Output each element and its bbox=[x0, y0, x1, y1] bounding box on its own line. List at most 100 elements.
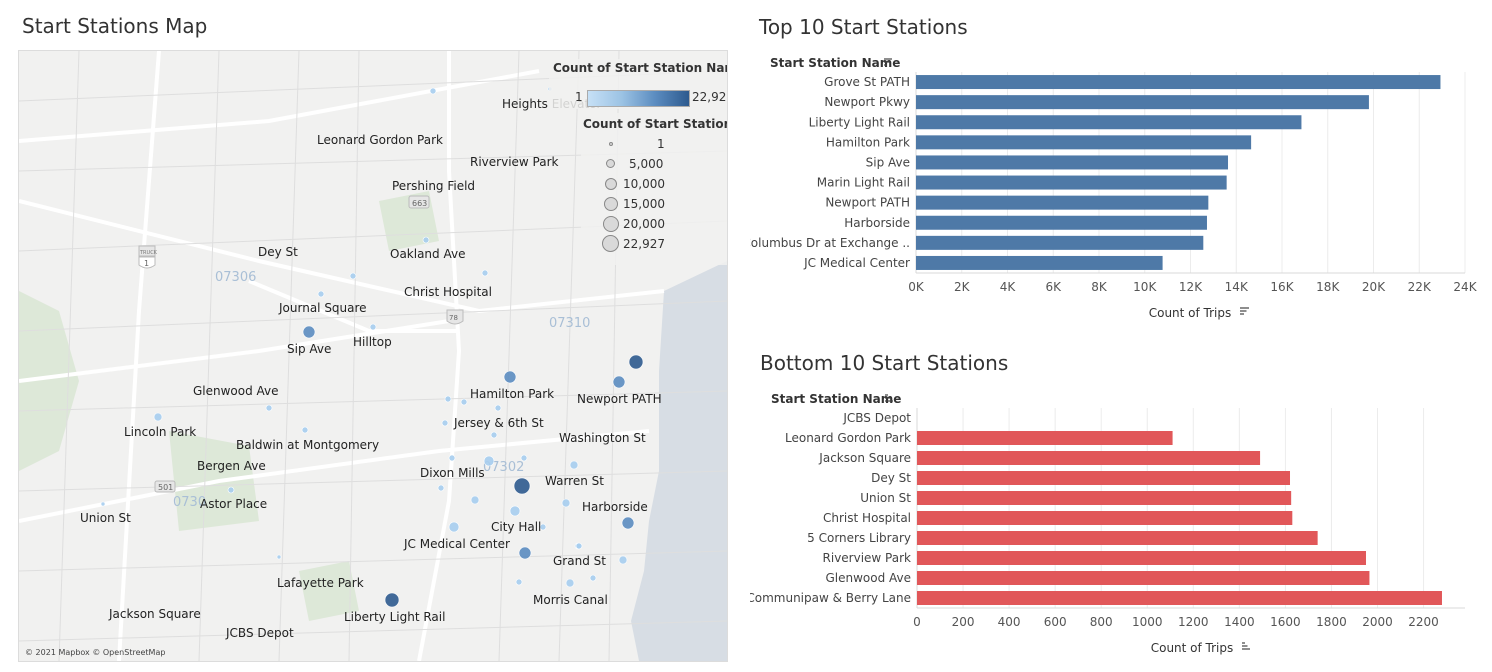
category-label[interactable]: Harborside bbox=[844, 216, 910, 230]
category-label[interactable]: Sip Ave bbox=[866, 155, 910, 169]
bar[interactable] bbox=[916, 235, 1204, 250]
station-dot[interactable] bbox=[518, 546, 532, 560]
station-dot[interactable] bbox=[503, 370, 517, 384]
map-label: Glenwood Ave bbox=[193, 384, 279, 398]
bottom10-chart[interactable]: Start Station Name JCBS Depot Leonard Gord… bbox=[750, 386, 1480, 664]
x-axis-title[interactable]: Count of Trips bbox=[1151, 641, 1234, 655]
station-dot[interactable] bbox=[621, 516, 635, 530]
station-dot[interactable] bbox=[429, 87, 437, 95]
category-label[interactable]: JC Medical Center bbox=[803, 256, 910, 270]
map-label: Morris Canal bbox=[533, 593, 608, 607]
station-dot[interactable] bbox=[612, 375, 626, 389]
category-label[interactable]: Newport Pkwy bbox=[824, 95, 910, 109]
category-label[interactable]: Christ Hospital bbox=[823, 511, 911, 525]
category-label[interactable]: Columbus Dr at Exchange .. bbox=[750, 236, 910, 250]
station-dot[interactable] bbox=[302, 325, 316, 339]
size-circle bbox=[604, 197, 618, 211]
start-stations-map[interactable]: 07306 07310 07302 0730 663 TRUCK 1 78 50… bbox=[18, 50, 728, 662]
station-dot[interactable] bbox=[470, 495, 480, 505]
station-dot[interactable] bbox=[422, 236, 430, 244]
category-label[interactable]: Leonard Gordon Park bbox=[785, 431, 911, 445]
station-dot[interactable] bbox=[490, 431, 498, 439]
column-header[interactable]: Start Station Name bbox=[771, 392, 901, 406]
tick-label: 2200 bbox=[1408, 615, 1439, 629]
station-dot[interactable] bbox=[460, 398, 468, 406]
station-dot[interactable] bbox=[575, 542, 583, 550]
station-dot[interactable] bbox=[265, 404, 273, 412]
station-dot[interactable] bbox=[483, 455, 495, 467]
station-dot[interactable] bbox=[437, 484, 445, 492]
station-dot[interactable] bbox=[276, 554, 282, 560]
category-label[interactable]: Marin Light Rail bbox=[817, 176, 910, 190]
station-dot[interactable] bbox=[100, 501, 106, 507]
bar[interactable] bbox=[916, 135, 1252, 150]
bar[interactable] bbox=[916, 75, 1441, 90]
station-dot[interactable] bbox=[384, 592, 400, 608]
category-label[interactable]: Communipaw & Berry Lane bbox=[750, 591, 911, 605]
station-dot[interactable] bbox=[561, 498, 571, 508]
station-dot[interactable] bbox=[153, 412, 163, 422]
station-dot[interactable] bbox=[349, 272, 357, 280]
column-header[interactable]: Start Station Name bbox=[770, 56, 900, 70]
station-dot[interactable] bbox=[509, 505, 521, 517]
station-dot[interactable] bbox=[301, 426, 309, 434]
bar[interactable] bbox=[917, 531, 1318, 545]
station-dot[interactable] bbox=[618, 555, 628, 565]
map-label: Leonard Gordon Park bbox=[317, 133, 443, 147]
bar[interactable] bbox=[916, 115, 1302, 130]
bar[interactable] bbox=[916, 255, 1163, 270]
bar[interactable] bbox=[917, 431, 1173, 445]
category-label[interactable]: 5 Corners Library bbox=[807, 531, 911, 545]
bar[interactable] bbox=[917, 491, 1292, 505]
bar[interactable] bbox=[917, 451, 1261, 465]
station-dot[interactable] bbox=[513, 477, 531, 495]
bar[interactable] bbox=[917, 591, 1442, 605]
bar[interactable] bbox=[917, 511, 1293, 525]
x-axis-title[interactable]: Count of Trips bbox=[1149, 306, 1232, 320]
station-dot[interactable] bbox=[369, 323, 377, 331]
route-663-badge: 663 bbox=[408, 195, 430, 209]
station-dot[interactable] bbox=[448, 454, 456, 462]
sort-icon[interactable] bbox=[1242, 642, 1250, 650]
size-legend-item: 15,000 bbox=[581, 195, 727, 215]
bar[interactable] bbox=[916, 215, 1207, 230]
map-label: Union St bbox=[80, 511, 131, 525]
station-dot[interactable] bbox=[520, 454, 528, 462]
station-dot[interactable] bbox=[441, 419, 449, 427]
bar[interactable] bbox=[916, 195, 1209, 210]
bar[interactable] bbox=[917, 571, 1370, 585]
bar[interactable] bbox=[916, 175, 1227, 190]
route-78-badge: 78 bbox=[446, 309, 464, 325]
station-dot[interactable] bbox=[628, 354, 644, 370]
station-dot[interactable] bbox=[448, 521, 460, 533]
station-dot[interactable] bbox=[589, 574, 597, 582]
category-label[interactable]: Grove St PATH bbox=[824, 75, 910, 89]
route-1-badge: TRUCK 1 bbox=[138, 245, 158, 269]
station-dot[interactable] bbox=[481, 269, 489, 277]
category-label[interactable]: Dey St bbox=[871, 471, 911, 485]
station-dot[interactable] bbox=[494, 404, 502, 412]
station-dot[interactable] bbox=[569, 460, 579, 470]
station-dot[interactable] bbox=[515, 578, 523, 586]
map-copyright: © 2021 Mapbox © OpenStreetMap bbox=[25, 648, 166, 657]
category-label[interactable]: Liberty Light Rail bbox=[809, 115, 910, 129]
bar[interactable] bbox=[916, 155, 1229, 170]
bar[interactable] bbox=[917, 551, 1366, 565]
station-dot[interactable] bbox=[227, 486, 235, 494]
category-label[interactable]: Union St bbox=[860, 491, 911, 505]
category-label[interactable]: Riverview Park bbox=[823, 551, 912, 565]
bar[interactable] bbox=[916, 95, 1369, 110]
map-label: Dey St bbox=[258, 245, 298, 259]
station-dot[interactable] bbox=[444, 395, 452, 403]
tick-label: 1000 bbox=[1132, 615, 1163, 629]
station-dot[interactable] bbox=[565, 578, 575, 588]
category-label[interactable]: Newport PATH bbox=[825, 196, 910, 210]
category-label[interactable]: Hamilton Park bbox=[826, 135, 910, 149]
category-label[interactable]: JCBS Depot bbox=[842, 411, 911, 425]
top10-chart[interactable]: Start Station Name Grove St PATH Newport P… bbox=[750, 50, 1480, 330]
category-label[interactable]: Jackson Square bbox=[818, 451, 911, 465]
bar[interactable] bbox=[917, 471, 1291, 485]
sort-icon[interactable] bbox=[1240, 307, 1249, 315]
station-dot[interactable] bbox=[317, 290, 325, 298]
category-label[interactable]: Glenwood Ave bbox=[825, 571, 911, 585]
